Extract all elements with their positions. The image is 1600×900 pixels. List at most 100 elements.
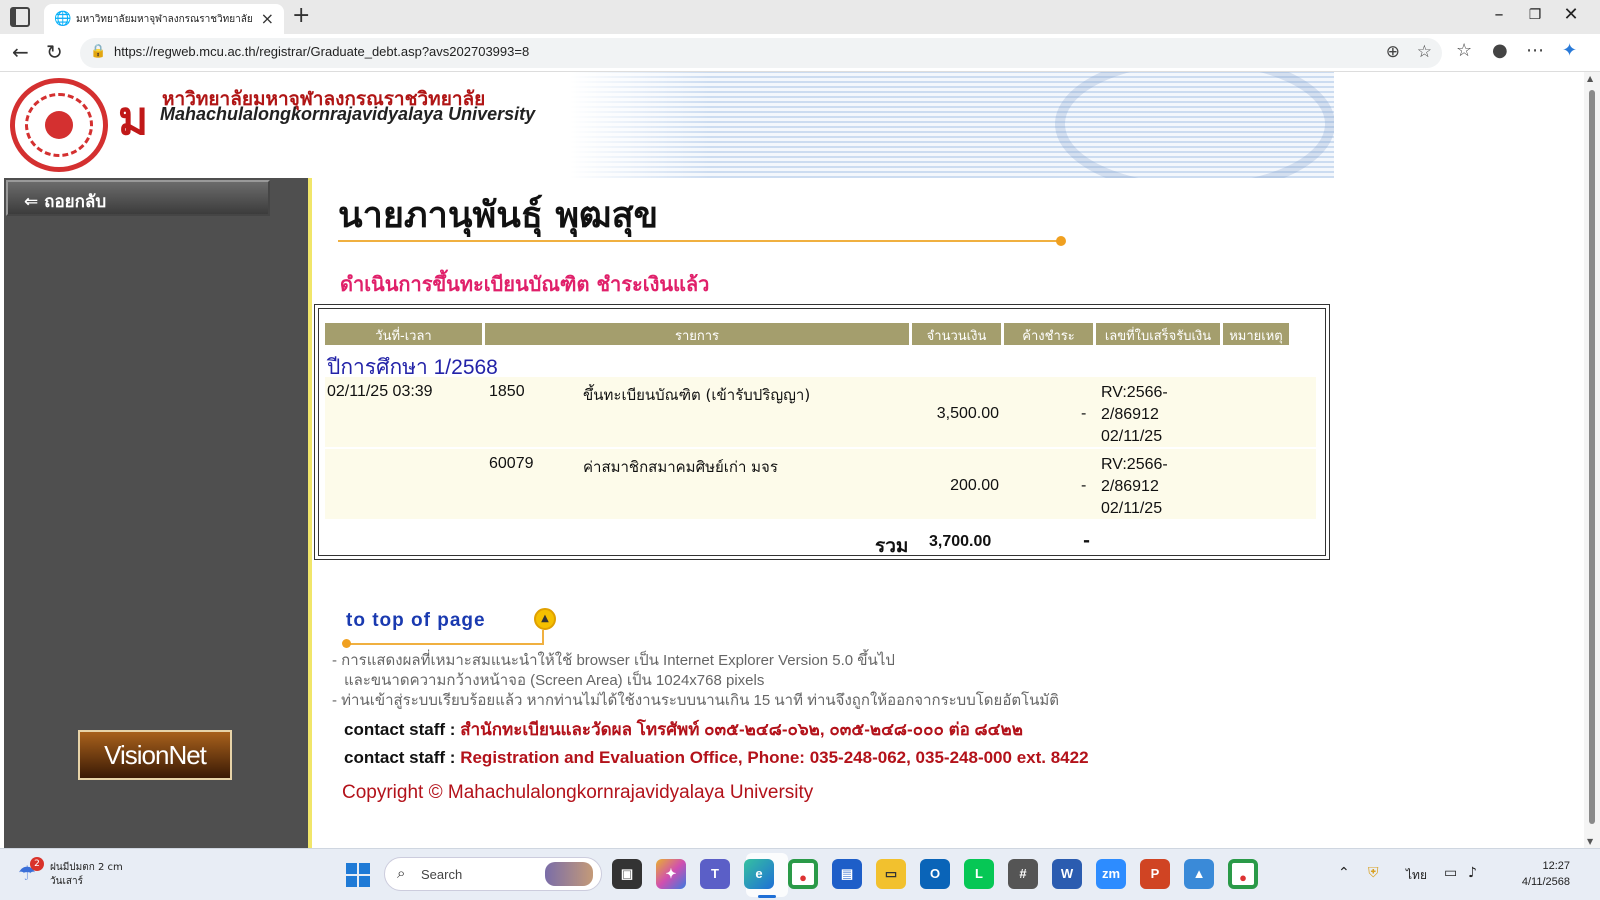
more-menu-icon[interactable]: ⋯ xyxy=(1526,40,1544,61)
row-amount: 200.00 xyxy=(950,477,999,494)
column-header-amount: จำนวนเงิน xyxy=(912,323,1001,345)
line-icon[interactable]: L xyxy=(964,859,994,889)
address-bar-row: ← ↻ 🔒 https://regweb.mcu.ac.th/registrar… xyxy=(0,34,1600,72)
column-header-outstanding: ค้างชำระ xyxy=(1004,323,1093,345)
new-tab-icon[interactable]: + xyxy=(292,3,310,28)
university-seal-logo xyxy=(10,78,108,172)
table-row: 60079 ค่าสมาชิกสมาคมศิษย์เก่า มจร 200.00… xyxy=(325,449,1316,519)
up-arrow-icon[interactable]: ▲ xyxy=(534,608,556,630)
fee-table-inner: วันที่-เวลา รายการ จำนวนเงิน ค้างชำระ เล… xyxy=(318,308,1326,557)
back-arrow-icon: ⇐ xyxy=(24,192,45,212)
copilot-app-icon[interactable]: ✦ xyxy=(656,859,686,889)
top-of-page-link[interactable]: to top of page xyxy=(346,610,486,632)
search-icon: ⌕ xyxy=(397,864,406,882)
windows-taskbar: ☂ 2 ฝนมีปมตก 2 cm วันเสาร์ ⌕ Search ▣ ✦ … xyxy=(0,848,1600,900)
edge-icon[interactable]: e xyxy=(744,859,774,889)
system-clock[interactable]: 12:27 4/11/2568 xyxy=(1500,858,1570,890)
windows-start-icon[interactable] xyxy=(346,863,370,887)
row-receipt-number: RV:2566- 2/86912 02/11/25 xyxy=(1101,382,1211,448)
maximize-icon[interactable]: ❐ xyxy=(1520,7,1550,23)
row-code: 1850 xyxy=(489,383,525,400)
photos-icon[interactable]: ▲ xyxy=(1184,859,1214,889)
file-explorer-icon[interactable]: ▭ xyxy=(876,859,906,889)
tab-actions-icon[interactable] xyxy=(10,7,30,27)
scroll-thumb[interactable] xyxy=(1589,90,1595,824)
show-hidden-icons-icon[interactable]: ⌃ xyxy=(1338,865,1350,881)
close-window-icon[interactable]: ✕ xyxy=(1556,4,1586,25)
weather-badge: 2 xyxy=(30,857,44,871)
name-underline xyxy=(338,240,1060,242)
weather-widget[interactable]: ฝนมีปมตก 2 cm วันเสาร์ xyxy=(50,861,123,889)
browser-tab[interactable]: 🌐 มหาวิทยาลัยมหาจุฬาลงกรณราชวิทยาลัย × xyxy=(44,4,284,34)
university-name-english: Mahachulalongkornrajavidyalaya Universit… xyxy=(160,104,536,124)
clock-date: 4/11/2568 xyxy=(1521,876,1570,888)
zoom-icon[interactable]: ⊕ xyxy=(1386,42,1400,62)
column-header-receipt: เลขที่ใบเสร็จรับเงิน xyxy=(1096,323,1220,345)
chrome-profile-icon[interactable]: ● xyxy=(1228,859,1258,889)
powerpoint-icon[interactable]: P xyxy=(1140,859,1170,889)
word-icon[interactable]: W xyxy=(1052,859,1082,889)
zoom-app-icon[interactable]: zm xyxy=(1096,859,1126,889)
clock-time: 12:27 xyxy=(1542,860,1570,872)
outlook-icon[interactable]: O xyxy=(920,859,950,889)
security-shield-icon[interactable]: ⛨ xyxy=(1368,865,1379,881)
total-label: รวม xyxy=(875,535,909,557)
chrome-icon[interactable]: ● xyxy=(788,859,818,889)
refresh-icon[interactable]: ↻ xyxy=(46,40,63,64)
registration-status: ดำเนินการขึ้นทะเบียนบัณฑิต ชำระเงินแล้ว xyxy=(340,272,710,296)
seal-core xyxy=(45,111,73,139)
receipt-line: RV:2566- xyxy=(1101,456,1168,473)
copilot-icon[interactable]: ✦ xyxy=(1562,40,1577,61)
network-icon[interactable]: ▭ xyxy=(1444,865,1457,881)
name-underline-dot xyxy=(1056,236,1066,246)
back-button-label: ถอยกลับ xyxy=(44,192,107,212)
row-description: ค่าสมาชิกสมาคมศิษย์เก่า มจร xyxy=(583,458,778,476)
teams-icon[interactable]: T xyxy=(700,859,730,889)
url-text: https://regweb.mcu.ac.th/registrar/Gradu… xyxy=(114,44,530,59)
back-arrow-icon[interactable]: ← xyxy=(12,40,29,64)
scroll-up-icon[interactable]: ▲ xyxy=(1587,74,1593,83)
url-field[interactable]: 🔒 https://regweb.mcu.ac.th/registrar/Gra… xyxy=(80,38,1442,68)
weather-line: ฝนมีปมตก 2 cm xyxy=(50,862,123,873)
receipt-line: 2/86912 xyxy=(1101,406,1159,423)
row-description: ขึ้นทะเบียนบัณฑิต (เข้ารับปริญญา) xyxy=(583,386,811,404)
active-app-indicator xyxy=(758,895,776,898)
page-viewport: ม หาวิทยาลัยมหาจุฬาลงกรณราชวิทยาลัย Maha… xyxy=(0,72,1584,848)
site-info-icon[interactable]: 🔒 xyxy=(90,44,106,59)
receipt-line: 02/11/25 xyxy=(1101,500,1163,517)
favorite-star-icon[interactable]: ☆ xyxy=(1417,42,1432,62)
contact-thai: contact staff : สำนักทะเบียนและวัดผล โทร… xyxy=(344,716,1023,743)
favorites-icon[interactable]: ☆ xyxy=(1456,40,1472,61)
session-timeout-note: - ท่านเข้าสู่ระบบเรียบร้อยแล้ว หากท่านไม… xyxy=(332,692,1060,709)
top-link-rule-vertical xyxy=(542,630,544,644)
sidebar: ⇐ ถอยกลับ VisionNet xyxy=(4,178,308,848)
fee-table: วันที่-เวลา รายการ จำนวนเงิน ค้างชำระ เล… xyxy=(314,304,1330,560)
scroll-down-icon[interactable]: ▼ xyxy=(1587,837,1593,846)
main-content: นายภานุพันธุ์ พุฒสุข ดำเนินการขึ้นทะเบีย… xyxy=(312,178,1334,848)
store-icon[interactable]: ▤ xyxy=(832,859,862,889)
row-datetime: 02/11/25 03:39 xyxy=(327,383,433,400)
search-highlight-image xyxy=(545,862,593,886)
visionnet-banner[interactable]: VisionNet xyxy=(78,730,232,780)
minimize-icon[interactable]: – xyxy=(1484,4,1514,25)
search-placeholder: Search xyxy=(421,867,463,882)
close-tab-icon[interactable]: × xyxy=(261,9,274,28)
row-receipt-number: RV:2566- 2/86912 02/11/25 xyxy=(1101,454,1211,520)
input-language[interactable]: ไทย xyxy=(1406,866,1427,885)
taskbar-search[interactable]: ⌕ Search xyxy=(384,857,602,891)
contact-label: contact staff : xyxy=(344,748,456,767)
contact-english: contact staff : Registration and Evaluat… xyxy=(344,748,1089,768)
calculator-icon[interactable]: # xyxy=(1008,859,1038,889)
volume-icon[interactable]: ♪ xyxy=(1468,865,1477,881)
contact-value-english: Registration and Evaluation Office, Phon… xyxy=(460,748,1089,767)
browser-tab-bar: 🌐 มหาวิทยาลัยมหาจุฬาลงกรณราชวิทยาลัย × +… xyxy=(0,0,1600,34)
top-link-rule-dot xyxy=(342,639,351,648)
row-code: 60079 xyxy=(489,455,534,472)
task-view-icon[interactable]: ▣ xyxy=(612,859,642,889)
logo-monogram: ม xyxy=(118,91,149,145)
weather-day: วันเสาร์ xyxy=(50,876,83,887)
row-amount: 3,500.00 xyxy=(936,405,999,422)
page-scrollbar[interactable]: ▲ ▼ xyxy=(1584,72,1600,848)
profile-icon[interactable]: ● xyxy=(1492,40,1508,61)
back-button[interactable]: ⇐ ถอยกลับ xyxy=(6,180,270,216)
